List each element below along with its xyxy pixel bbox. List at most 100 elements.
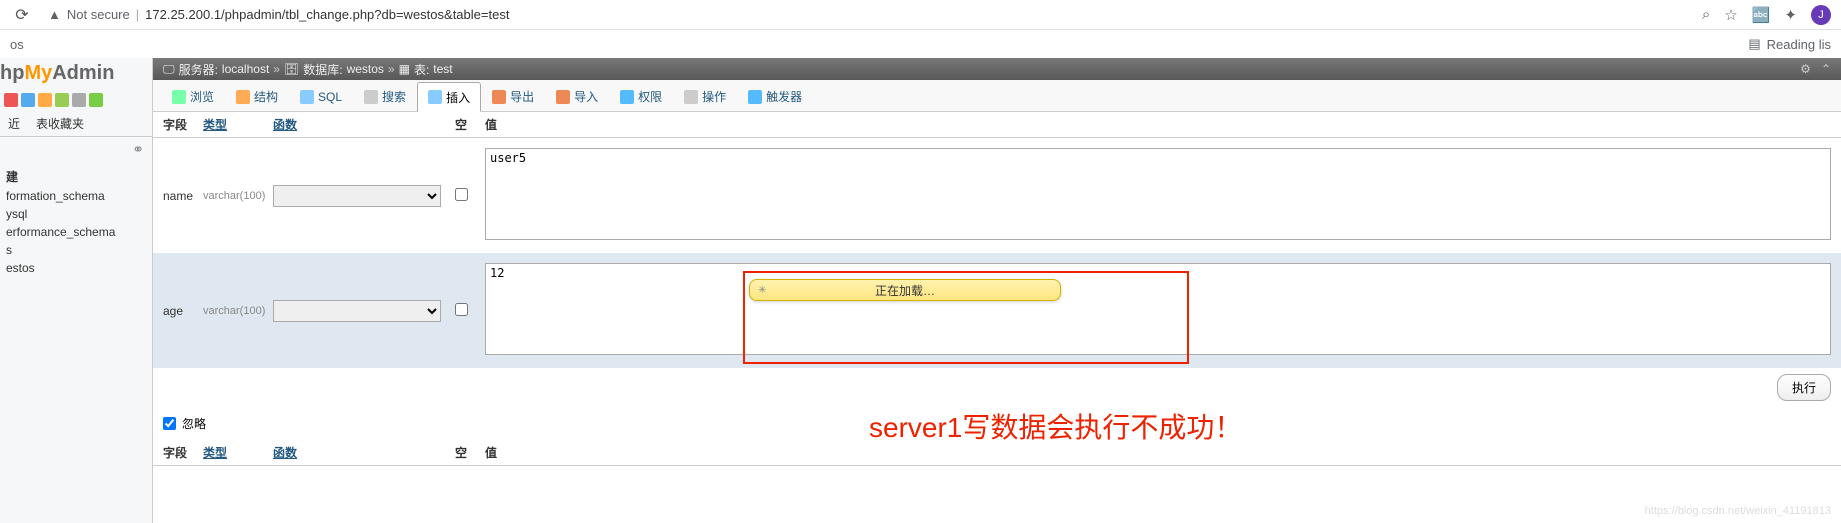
not-secure-label: Not secure bbox=[67, 7, 130, 22]
ignore-checkbox[interactable] bbox=[163, 417, 176, 430]
sidebar-item-db[interactable]: estos bbox=[6, 259, 146, 277]
phpmyadmin-logo[interactable]: hpMyAdmin bbox=[0, 58, 152, 89]
field-function bbox=[273, 185, 455, 207]
breadcrumb-sep: » bbox=[273, 62, 280, 76]
tab-label: 导出 bbox=[510, 88, 534, 105]
collapse-icon[interactable]: ⌃ bbox=[1821, 62, 1831, 76]
url-text[interactable]: 172.25.200.1/phpadmin/tbl_change.php?db=… bbox=[145, 7, 509, 22]
tab-label: 操作 bbox=[702, 88, 726, 105]
triggers-icon bbox=[748, 90, 762, 104]
sidebar-item-db[interactable]: s bbox=[6, 241, 146, 259]
logo-part2: My bbox=[24, 62, 52, 84]
breadcrumb-db-val[interactable]: westos bbox=[347, 62, 384, 76]
main-content: 🖵 服务器: localhost » 🗄 数据库: westos » ▦ 表: … bbox=[153, 58, 1841, 523]
loading-label: 正在加载… bbox=[875, 282, 935, 299]
search-icon bbox=[364, 90, 378, 104]
loading-toast: 正在加载… bbox=[749, 279, 1061, 301]
tab-label: 结构 bbox=[254, 88, 278, 105]
logo-part1: hp bbox=[0, 62, 24, 84]
field-name: name bbox=[163, 189, 203, 203]
translate-icon[interactable]: 🔤 bbox=[1752, 6, 1771, 24]
header-type[interactable]: 类型 bbox=[203, 116, 273, 133]
tab-label: 搜索 bbox=[382, 88, 406, 105]
structure-icon bbox=[236, 90, 250, 104]
field-null bbox=[455, 303, 485, 319]
separator: | bbox=[136, 7, 139, 22]
tab-label: SQL bbox=[318, 90, 342, 104]
link-icon[interactable]: ⚭ bbox=[0, 137, 152, 162]
function-select[interactable] bbox=[273, 300, 441, 322]
sidebar-item-new[interactable]: 建 bbox=[6, 166, 146, 187]
browser-address-bar: ⟳ ▲ Not secure | 172.25.200.1/phpadmin/t… bbox=[0, 0, 1841, 30]
browse-icon bbox=[172, 90, 186, 104]
field-value bbox=[485, 148, 1831, 243]
tab-label: 浏览 bbox=[190, 88, 214, 105]
table-icon: ▦ bbox=[399, 62, 410, 76]
privileges-icon bbox=[620, 90, 634, 104]
tab-search[interactable]: 搜索 bbox=[353, 82, 417, 111]
settings-icon[interactable] bbox=[72, 93, 86, 107]
tab-favorites[interactable]: 表收藏夹 bbox=[28, 111, 92, 136]
tab-insert[interactable]: 插入 bbox=[417, 82, 481, 112]
reading-list-icon[interactable]: ▤ bbox=[1748, 36, 1760, 52]
tab-label: 触发器 bbox=[766, 88, 802, 105]
breadcrumb-db-label: 数据库: bbox=[303, 61, 342, 78]
breadcrumb-server-label: 服务器: bbox=[179, 61, 218, 78]
warning-icon: ▲ bbox=[48, 7, 61, 22]
data-row: age varchar(100) bbox=[153, 253, 1841, 368]
tab-export[interactable]: 导出 bbox=[481, 82, 545, 111]
header-type[interactable]: 类型 bbox=[203, 444, 273, 461]
tab-structure[interactable]: 结构 bbox=[225, 82, 289, 111]
reload-nav-icon[interactable] bbox=[89, 93, 103, 107]
import-icon bbox=[556, 90, 570, 104]
tab-operations[interactable]: 操作 bbox=[673, 82, 737, 111]
header-function[interactable]: 函数 bbox=[273, 116, 455, 133]
key-icon[interactable]: ⌕ bbox=[1702, 6, 1710, 23]
header-value: 值 bbox=[485, 116, 1831, 133]
logout-icon[interactable] bbox=[21, 93, 35, 107]
database-icon: 🗄 bbox=[284, 62, 299, 76]
docs-icon[interactable] bbox=[55, 93, 69, 107]
data-row: name varchar(100) bbox=[153, 138, 1841, 253]
breadcrumb-table-label: 表: bbox=[414, 61, 429, 78]
content-tabs: 浏览 结构 SQL 搜索 插入 导出 导入 权限 操作 触发器 bbox=[153, 80, 1841, 112]
tab-import[interactable]: 导入 bbox=[545, 82, 609, 111]
breadcrumb-server-val[interactable]: localhost bbox=[222, 62, 269, 76]
null-checkbox[interactable] bbox=[455, 303, 468, 316]
action-row: 执行 bbox=[153, 368, 1841, 407]
ignore-label: 忽略 bbox=[182, 415, 206, 432]
extensions-icon[interactable]: ✦ bbox=[1784, 6, 1797, 24]
tab-browse[interactable]: 浏览 bbox=[161, 82, 225, 111]
header-field: 字段 bbox=[163, 116, 203, 133]
tab-label: 导入 bbox=[574, 88, 598, 105]
tab-triggers[interactable]: 触发器 bbox=[737, 82, 813, 111]
profile-avatar[interactable]: J bbox=[1811, 5, 1831, 25]
sidebar-item-db[interactable]: formation_schema bbox=[6, 187, 146, 205]
function-select[interactable] bbox=[273, 185, 441, 207]
sql-tab-icon bbox=[300, 90, 314, 104]
tab-privileges[interactable]: 权限 bbox=[609, 82, 673, 111]
tab-recent[interactable]: 近 bbox=[0, 111, 28, 136]
header-function[interactable]: 函数 bbox=[273, 444, 455, 461]
reading-list-label[interactable]: Reading lis bbox=[1767, 37, 1831, 52]
breadcrumb-table-val[interactable]: test bbox=[433, 62, 452, 76]
insert-table-header-2: 字段 类型 函数 空 值 bbox=[153, 440, 1841, 466]
bookmarks-bar: os ▤ Reading lis bbox=[0, 30, 1841, 58]
sql-icon[interactable] bbox=[38, 93, 52, 107]
reload-icon[interactable]: ⟳ bbox=[10, 3, 34, 27]
value-textarea[interactable] bbox=[485, 148, 1831, 240]
sidebar-item-db[interactable]: erformance_schema bbox=[6, 223, 146, 241]
tab-sql[interactable]: SQL bbox=[289, 82, 353, 111]
header-value: 值 bbox=[485, 444, 1831, 461]
null-checkbox[interactable] bbox=[455, 188, 468, 201]
home-icon[interactable] bbox=[4, 93, 18, 107]
tab-label: 插入 bbox=[446, 89, 470, 106]
value-textarea[interactable] bbox=[485, 263, 1831, 355]
sidebar-item-db[interactable]: ysql bbox=[6, 205, 146, 223]
gear-icon[interactable]: ⚙ bbox=[1800, 62, 1811, 76]
security-indicator[interactable]: ▲ Not secure bbox=[48, 7, 130, 22]
header-null: 空 bbox=[455, 444, 485, 461]
execute-button[interactable]: 执行 bbox=[1777, 374, 1831, 401]
star-icon[interactable]: ☆ bbox=[1724, 6, 1737, 24]
sidebar-quick-icons bbox=[0, 89, 152, 111]
